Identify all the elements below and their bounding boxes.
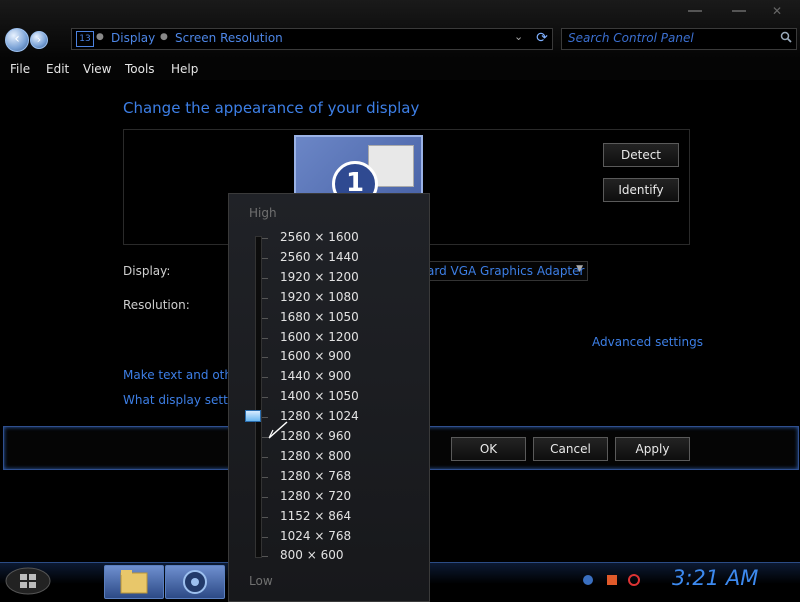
resolution-option[interactable]: 1280 × 960: [280, 429, 351, 443]
slider-tick: [262, 556, 268, 558]
breadcrumb-screen-resolution[interactable]: Screen Resolution: [175, 31, 283, 45]
start-button[interactable]: [4, 566, 52, 596]
resolution-option[interactable]: 1440 × 900: [280, 369, 351, 383]
control-panel-icon: 13: [76, 31, 94, 47]
search-input[interactable]: Search Control Panel: [568, 31, 694, 45]
resolution-option[interactable]: 1280 × 768: [280, 469, 351, 483]
slider-track[interactable]: [255, 236, 262, 558]
text-size-link[interactable]: Make text and other: [123, 368, 244, 382]
resolution-option[interactable]: 1280 × 1024: [280, 409, 359, 423]
chevron-down-icon[interactable]: ⌄: [514, 30, 523, 43]
apply-button[interactable]: Apply: [615, 437, 690, 461]
breadcrumb-display[interactable]: Display: [111, 31, 155, 45]
resolution-option[interactable]: 800 × 600: [280, 548, 344, 562]
menu-view[interactable]: View: [83, 62, 111, 76]
ok-button[interactable]: OK: [451, 437, 526, 461]
breadcrumb-separator-icon: ●: [160, 32, 168, 42]
network-icon[interactable]: [582, 574, 594, 586]
slider-tick: [262, 476, 268, 478]
identify-button[interactable]: Identify: [603, 178, 679, 202]
slider-tick: [262, 317, 268, 319]
resolution-option[interactable]: 1280 × 800: [280, 449, 351, 463]
media-player-icon: [183, 570, 207, 594]
slider-thumb[interactable]: [245, 410, 261, 422]
slider-tick: [262, 277, 268, 279]
slider-tick: [262, 437, 268, 438]
forward-button[interactable]: ›: [30, 31, 48, 49]
slider-tick: [262, 238, 268, 239]
cancel-button[interactable]: Cancel: [533, 437, 608, 461]
address-bar[interactable]: 13 ● Display ● Screen Resolution ⌄ ⟳: [71, 28, 553, 50]
menu-help[interactable]: Help: [171, 62, 198, 76]
resolution-option[interactable]: 2560 × 1440: [280, 250, 359, 264]
slider-tick: [262, 357, 268, 359]
volume-icon[interactable]: [606, 574, 618, 586]
resolution-label: Resolution:: [123, 298, 190, 312]
slider-tick: [262, 257, 268, 259]
slider-tick: [262, 496, 268, 498]
forward-arrow-icon: ›: [36, 33, 42, 46]
menu-edit[interactable]: Edit: [46, 62, 69, 76]
slider-tick: [262, 456, 268, 458]
page-title: Change the appearance of your display: [123, 99, 420, 117]
back-button[interactable]: ‹: [5, 28, 29, 52]
refresh-icon[interactable]: ⟳: [534, 30, 550, 46]
minimize-button[interactable]: [686, 6, 704, 16]
resolution-option[interactable]: 1680 × 1050: [280, 310, 359, 324]
display-select-value: ard VGA Graphics Adapter: [427, 264, 585, 278]
slider-tick: [262, 397, 268, 399]
menu-bar: File Edit View Tools Help: [0, 58, 800, 80]
resolution-slider-popup[interactable]: High 2560 × 1600 2560 × 1440 1920 × 1200 19…: [228, 193, 430, 602]
menu-file[interactable]: File: [10, 62, 30, 76]
resolution-option[interactable]: 1920 × 1080: [280, 290, 359, 304]
resolution-option[interactable]: 1400 × 1050: [280, 389, 359, 403]
slider-tick: [262, 377, 268, 379]
resolution-option[interactable]: 1280 × 720: [280, 489, 351, 503]
close-button[interactable]: ✕: [768, 4, 786, 18]
maximize-button[interactable]: [730, 6, 748, 16]
slider-tick: [262, 297, 268, 299]
monitor-icon[interactable]: 1: [294, 135, 423, 207]
slider-tick: [262, 417, 268, 419]
taskbar-clock[interactable]: 3:21 AM: [672, 566, 758, 590]
resolution-option[interactable]: 1600 × 1200: [280, 330, 359, 344]
display-label: Display:: [123, 264, 171, 278]
title-bar: ✕ ‹ › 13 ● Display ● Screen Resolution ⌄…: [0, 0, 800, 59]
slider-low-label: Low: [249, 574, 273, 588]
display-select[interactable]: ard VGA Graphics Adapter ▼: [420, 261, 588, 281]
resolution-option[interactable]: 2560 × 1600: [280, 230, 359, 244]
slider-high-label: High: [249, 206, 277, 220]
search-icon[interactable]: [780, 31, 792, 43]
search-box[interactable]: Search Control Panel: [561, 28, 797, 50]
slider-tick: [262, 516, 268, 518]
slider-tick: [262, 536, 268, 538]
slider-tick: [262, 337, 268, 339]
folder-icon: [120, 570, 148, 594]
breadcrumb-separator-icon: ●: [96, 32, 104, 42]
taskbar-explorer-button[interactable]: [104, 565, 164, 599]
resolution-option[interactable]: 1024 × 768: [280, 529, 351, 543]
back-arrow-icon: ‹: [14, 31, 20, 47]
resolution-option[interactable]: 1600 × 900: [280, 349, 351, 363]
chevron-down-icon: ▼: [576, 264, 583, 274]
taskbar-media-button[interactable]: [165, 565, 225, 599]
detect-button[interactable]: Detect: [603, 143, 679, 167]
resolution-option[interactable]: 1920 × 1200: [280, 270, 359, 284]
advanced-settings-link[interactable]: Advanced settings: [592, 335, 703, 349]
security-icon[interactable]: [628, 574, 640, 586]
resolution-option[interactable]: 1152 × 864: [280, 509, 351, 523]
menu-tools[interactable]: Tools: [125, 62, 155, 76]
close-icon: ✕: [771, 4, 783, 18]
mouse-cursor-icon: [268, 421, 288, 439]
